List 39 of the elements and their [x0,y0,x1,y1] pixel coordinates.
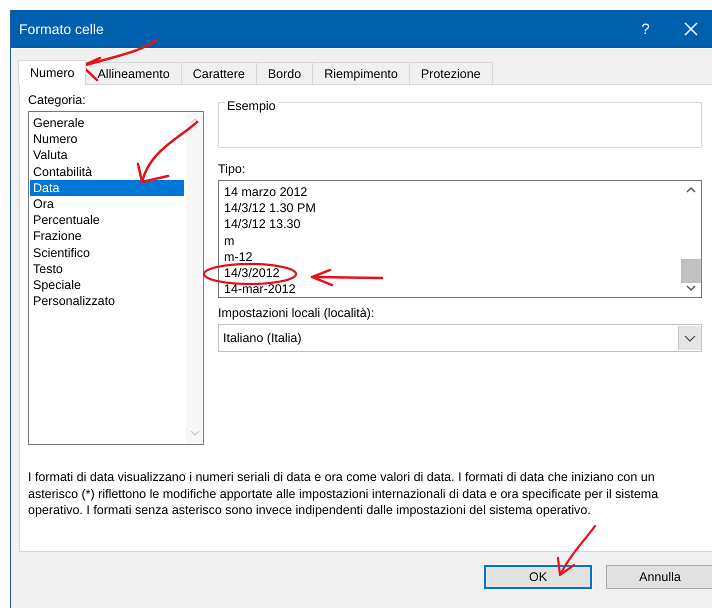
annotation-arrow [136,120,198,184]
category-item[interactable]: Scientifico [30,244,184,261]
close-icon [684,22,698,36]
category-item[interactable]: Data [30,180,184,196]
description-text: I formati di data visualizzano i numeri seriali di data e ora come valori di data. I formati di data che iniziano con un asterisco (*) riflettono le modifiche apportate alle impostazioni internazionali di data e ora specificate per il sistema operativo. I formati senza asterisco sono invece indipendenti dalle impostazioni del sistema operativo. [28,469,660,518]
tab[interactable]: Protezione [408,62,493,84]
category-item[interactable]: Personalizzato [30,293,184,310]
sample-label: Esempio [225,99,278,113]
category-item[interactable]: Numero [30,131,184,148]
type-item[interactable]: m [224,232,681,249]
type-label: Tipo: [218,162,246,176]
type-item[interactable]: 14/3/12 13.30 [224,216,681,233]
scroll-up-icon[interactable] [686,187,696,193]
annotation-arrow [556,524,596,576]
category-item[interactable]: Contabilità [30,164,184,180]
category-item[interactable]: Testo [30,260,184,278]
category-item[interactable]: Speciale [30,277,184,294]
tab[interactable]: Numero [18,60,86,85]
category-item[interactable]: Valuta [30,147,184,164]
type-item[interactable]: 14/3/12 1.30 PM [224,200,681,216]
scroll-thumb[interactable] [681,259,701,283]
category-item[interactable]: Ora [30,196,184,212]
window-title: Formato celle [18,21,105,37]
category-label: Categoria: [28,93,87,107]
tab[interactable]: Riempimento [312,62,410,84]
type-item[interactable]: 14-mar-2012 [224,281,681,298]
scroll-down-icon[interactable] [686,285,696,291]
category-item[interactable]: Generale [30,115,184,132]
type-item[interactable]: 14 marzo 2012 [224,184,681,200]
chevron-down-icon [684,334,696,342]
type-item[interactable]: 14/3/2012 [224,265,681,282]
category-item[interactable]: Percentuale [30,212,184,228]
category-item[interactable]: Frazione [30,228,184,245]
help-button[interactable]: ? [623,10,668,48]
locale-dropdown[interactable]: Italiano (Italia) [218,324,702,352]
locale-label: Impostazioni locali (località): [218,306,376,320]
type-item[interactable]: m-12 [224,248,681,266]
cancel-button[interactable]: Annulla [606,565,712,589]
ok-button[interactable]: OK [484,565,592,589]
